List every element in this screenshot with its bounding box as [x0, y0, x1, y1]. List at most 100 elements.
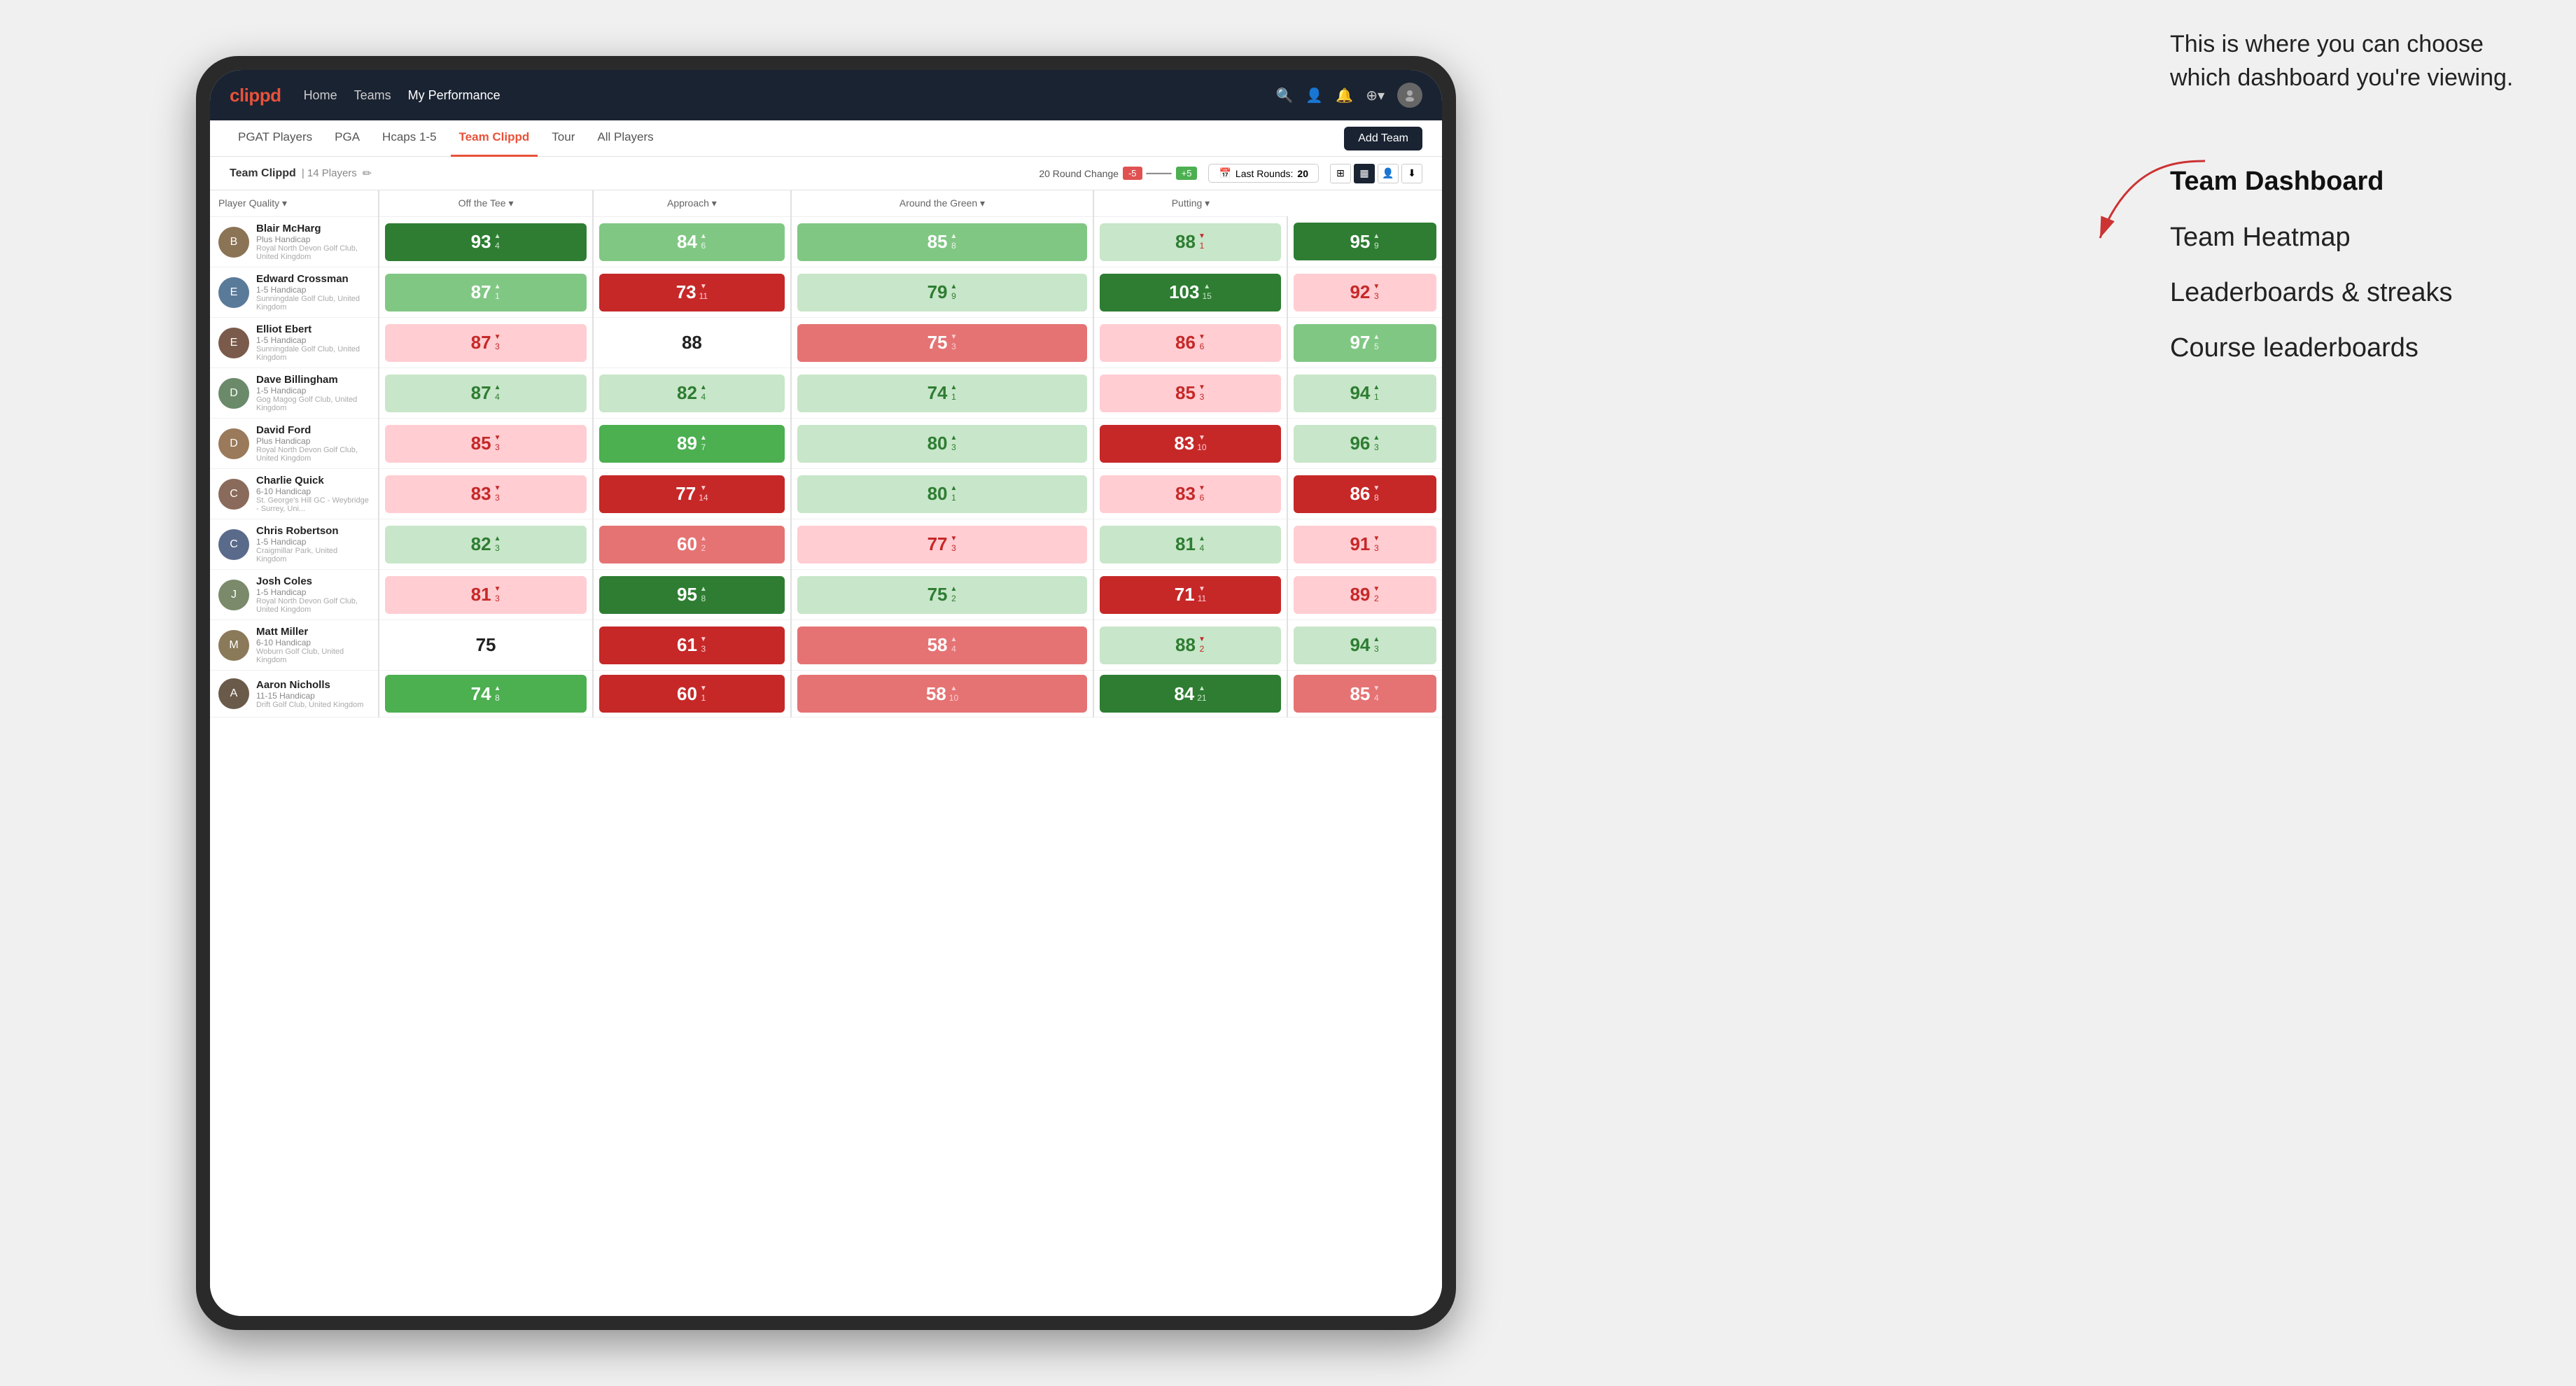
- player-avatar: A: [218, 678, 249, 709]
- metric-off_tee: 60 ▲ 2: [593, 519, 791, 570]
- tab-all-players[interactable]: All Players: [589, 120, 662, 157]
- edit-icon[interactable]: ✏: [363, 167, 372, 181]
- navbar: clippd Home Teams My Performance 🔍 👤 🔔 ⊕…: [210, 70, 1442, 120]
- nav-link-myperformance[interactable]: My Performance: [408, 85, 500, 106]
- tab-team-clippd[interactable]: Team Clippd: [451, 120, 538, 157]
- header-player[interactable]: Player Quality ▾: [210, 190, 379, 217]
- metric-change: ▲ 8: [950, 232, 957, 251]
- metric-box: 94 ▲ 3: [1294, 626, 1436, 664]
- metric-off_tee: 82 ▲ 4: [593, 368, 791, 419]
- metric-change: ▼ 3: [950, 535, 957, 553]
- filter-button[interactable]: ⬇: [1401, 164, 1422, 183]
- grid-view-button[interactable]: ⊞: [1330, 164, 1351, 183]
- tab-hcaps[interactable]: Hcaps 1-5: [374, 120, 444, 157]
- metric-change: ▲ 21: [1197, 685, 1206, 703]
- player-info: David Ford Plus Handicap Royal North Dev…: [256, 424, 370, 463]
- round-badge-negative: -5: [1123, 167, 1142, 180]
- metric-change: ▼ 3: [1373, 535, 1380, 553]
- player-handicap: 1-5 Handicap: [256, 386, 370, 396]
- metric-value: 85: [471, 433, 491, 454]
- player-info: Elliot Ebert 1-5 Handicap Sunningdale Go…: [256, 323, 370, 362]
- tablet-frame: clippd Home Teams My Performance 🔍 👤 🔔 ⊕…: [196, 56, 1456, 1330]
- player-avatar: D: [218, 378, 249, 409]
- metric-change: ▼ 8: [1373, 484, 1380, 503]
- metric-box: 75 ▼ 3: [797, 324, 1088, 362]
- tab-pga[interactable]: PGA: [326, 120, 368, 157]
- metric-box: 85 ▼ 3: [385, 425, 587, 463]
- settings-icon[interactable]: ⊕▾: [1366, 87, 1385, 104]
- metric-value: 75: [927, 332, 948, 354]
- metric-value: 81: [471, 584, 491, 606]
- last-rounds-button[interactable]: 📅 Last Rounds: 20: [1208, 164, 1319, 183]
- metric-change: ▼ 3: [1373, 283, 1380, 301]
- metric-off_tee: 88: [593, 318, 791, 368]
- player-cell: C Charlie Quick 6-10 Handicap St. George…: [210, 469, 379, 519]
- metric-value: 84: [1174, 683, 1194, 705]
- notifications-icon[interactable]: 🔔: [1336, 87, 1353, 104]
- player-name: Matt Miller: [256, 626, 370, 638]
- metric-off_tee: 84 ▲ 6: [593, 217, 791, 267]
- metric-box: 94 ▲ 1: [1294, 374, 1436, 412]
- heatmap-view-button[interactable]: ▦: [1354, 164, 1375, 183]
- metric-value: 87: [471, 382, 491, 404]
- player-club: Craigmillar Park, United Kingdom: [256, 547, 370, 564]
- nav-link-teams[interactable]: Teams: [354, 85, 391, 106]
- metric-change: ▲ 5: [1373, 333, 1380, 351]
- profile-icon[interactable]: 👤: [1306, 87, 1323, 104]
- player-handicap: 1-5 Handicap: [256, 335, 370, 345]
- metric-box: 61 ▼ 3: [599, 626, 785, 664]
- player-info: Charlie Quick 6-10 Handicap St. George's…: [256, 475, 370, 513]
- annotation-arrow: [2086, 154, 2212, 252]
- annotation-course-leaderboards: Course leaderboards: [2170, 331, 2534, 365]
- view-icons: ⊞ ▦ 👤 ⬇: [1330, 164, 1422, 183]
- metric-off_tee: 77 ▼ 14: [593, 469, 791, 519]
- player-club: St. George's Hill GC - Weybridge - Surre…: [256, 496, 370, 513]
- nav-link-home[interactable]: Home: [304, 85, 337, 106]
- person-view-button[interactable]: 👤: [1378, 164, 1399, 183]
- player-name: David Ford: [256, 424, 370, 436]
- metric-box: 97 ▲ 5: [1294, 324, 1436, 362]
- table-row[interactable]: D Dave Billingham 1-5 Handicap Gog Magog…: [210, 368, 1442, 419]
- player-club: Royal North Devon Golf Club, United King…: [256, 597, 370, 614]
- metric-value: 89: [677, 433, 697, 454]
- metric-value: 60: [677, 533, 697, 555]
- metric-value: 60: [677, 683, 697, 705]
- tab-pgat-players[interactable]: PGAT Players: [230, 120, 321, 157]
- header-around-green[interactable]: Around the Green ▾: [791, 190, 1094, 217]
- header-approach[interactable]: Approach ▾: [593, 190, 791, 217]
- metric-putting: 91 ▼ 3: [1287, 519, 1442, 570]
- player-cell: J Josh Coles 1-5 Handicap Royal North De…: [210, 570, 379, 620]
- metric-box: 87 ▲ 4: [385, 374, 587, 412]
- metric-approach: 77 ▼ 3: [791, 519, 1094, 570]
- table-row[interactable]: A Aaron Nicholls 11-15 Handicap Drift Go…: [210, 671, 1442, 718]
- header-putting[interactable]: Putting ▾: [1093, 190, 1287, 217]
- player-info: Josh Coles 1-5 Handicap Royal North Devo…: [256, 575, 370, 614]
- table-row[interactable]: B Blair McHarg Plus Handicap Royal North…: [210, 217, 1442, 267]
- header-off-tee[interactable]: Off the Tee ▾: [379, 190, 593, 217]
- metric-change: ▲ 4: [700, 384, 707, 402]
- metric-change: ▲ 4: [950, 636, 957, 654]
- table-row[interactable]: C Charlie Quick 6-10 Handicap St. George…: [210, 469, 1442, 519]
- team-bar-right: 20 Round Change -5 ━━━━━ +5 📅 Last Round…: [1039, 164, 1422, 183]
- annotation-team-heatmap: Team Heatmap: [2170, 220, 2534, 255]
- player-info: Aaron Nicholls 11-15 Handicap Drift Golf…: [256, 679, 363, 709]
- metric-value: 77: [676, 483, 696, 505]
- metric-box: 86 ▼ 8: [1294, 475, 1436, 513]
- search-icon[interactable]: 🔍: [1275, 87, 1293, 104]
- player-cell: D David Ford Plus Handicap Royal North D…: [210, 419, 379, 469]
- metric-change: ▼ 11: [699, 283, 708, 301]
- table-row[interactable]: M Matt Miller 6-10 Handicap Woburn Golf …: [210, 620, 1442, 671]
- table-row[interactable]: C Chris Robertson 1-5 Handicap Craigmill…: [210, 519, 1442, 570]
- metric-value: 93: [471, 231, 491, 253]
- table-row[interactable]: D David Ford Plus Handicap Royal North D…: [210, 419, 1442, 469]
- metric-change: ▼ 11: [1198, 585, 1206, 603]
- add-team-button[interactable]: Add Team: [1344, 127, 1422, 150]
- metric-value: 95: [1350, 231, 1370, 253]
- table-row[interactable]: J Josh Coles 1-5 Handicap Royal North De…: [210, 570, 1442, 620]
- avatar[interactable]: [1397, 83, 1422, 108]
- metric-box: 83 ▼ 6: [1100, 475, 1280, 513]
- table-row[interactable]: E Edward Crossman 1-5 Handicap Sunningda…: [210, 267, 1442, 318]
- tab-tour[interactable]: Tour: [543, 120, 583, 157]
- metric-box: 60 ▼ 1: [599, 675, 785, 713]
- table-row[interactable]: E Elliot Ebert 1-5 Handicap Sunningdale …: [210, 318, 1442, 368]
